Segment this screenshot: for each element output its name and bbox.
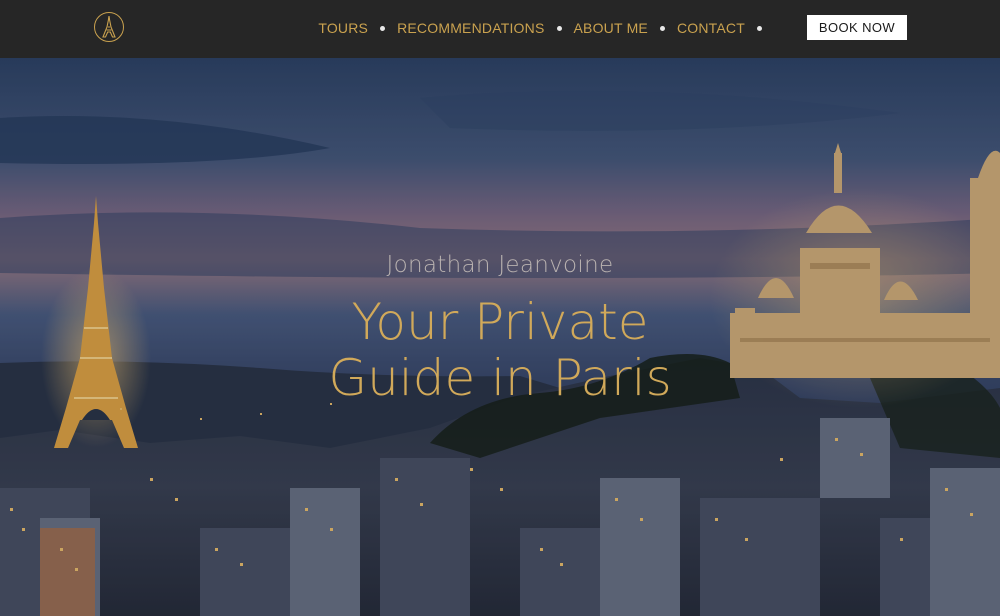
eiffel-tower-icon [102,16,116,38]
main-menu: TOURS RECOMMENDATIONS ABOUT ME CONTACT [318,20,774,36]
nav-about-me-link[interactable]: ABOUT ME [574,20,648,36]
nav-separator-dot [757,25,762,31]
nav-contact-link[interactable]: CONTACT [677,20,745,36]
nav-separator-dot [556,25,562,31]
book-now-button[interactable]: BOOK NOW [807,15,907,40]
hero-title-line-2: Guide in Paris [328,349,672,407]
nav-recommendations-link[interactable]: RECOMMENDATIONS [397,20,544,36]
hero-title: Your Private Guide in Paris [0,294,1000,406]
hero-section: Jonathan Jeanvoine Your Private Guide in… [0,58,1000,616]
top-navigation-bar: TOURS RECOMMENDATIONS ABOUT ME CONTACT B… [0,0,1000,58]
nav-separator-dot [380,25,386,31]
guide-name: Jonathan Jeanvoine [386,252,614,278]
nav-tours-link[interactable]: TOURS [318,20,368,36]
logo-link[interactable] [94,12,124,42]
hero-title-line-1: Your Private [351,293,649,351]
nav-separator-dot [659,25,665,31]
